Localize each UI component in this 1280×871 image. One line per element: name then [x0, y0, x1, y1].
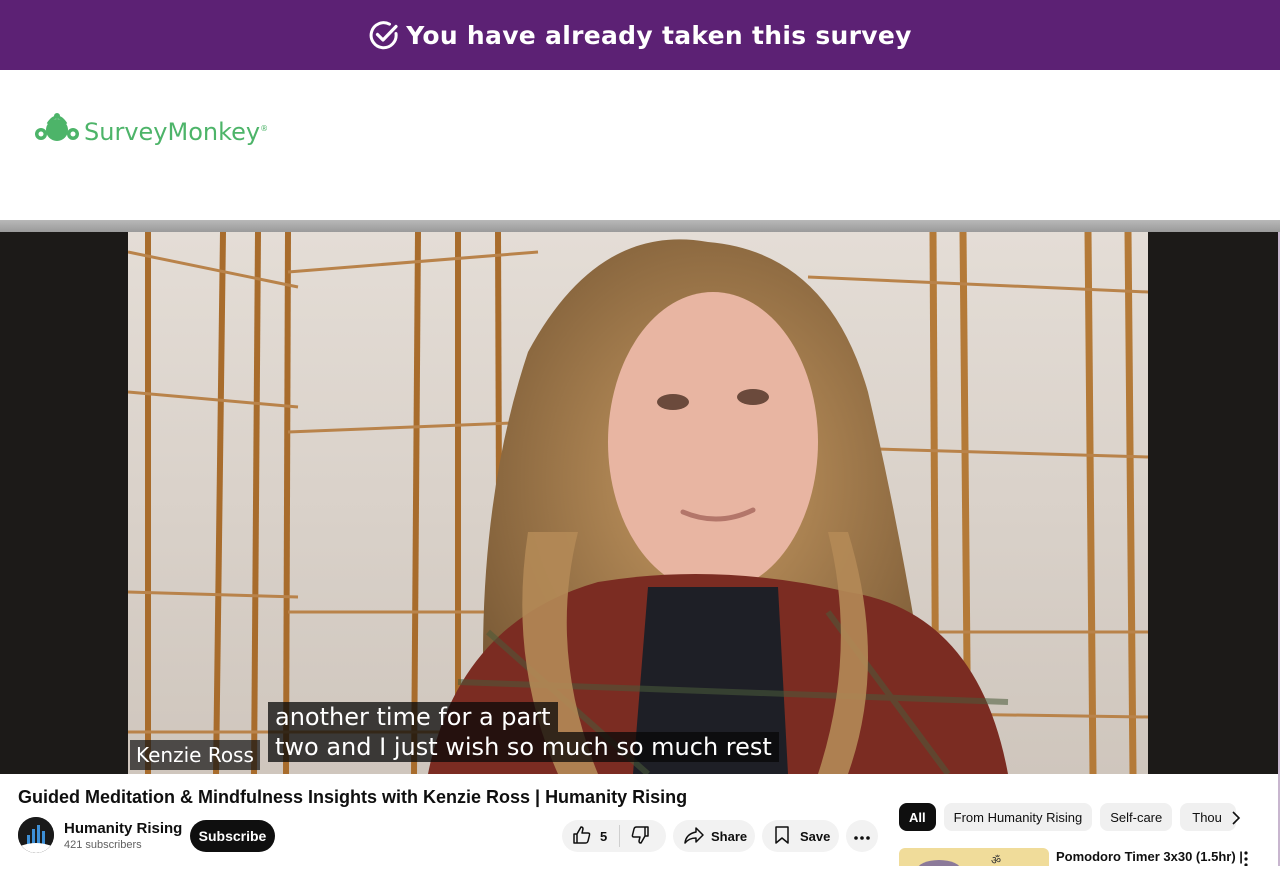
monkey-logo-icon [34, 112, 80, 151]
recommendation-title[interactable]: Pomodoro Timer 3x30 (1.5hr) | [1056, 849, 1243, 864]
caption-line: another time for a part [268, 702, 558, 732]
chip-self-care[interactable]: Self-care [1100, 803, 1173, 831]
share-arrow-icon [683, 825, 705, 848]
subscribe-button[interactable]: Subscribe [190, 820, 275, 852]
thumbs-up-icon [572, 825, 592, 848]
like-dislike-group: 5 [562, 820, 666, 852]
save-button[interactable]: Save [762, 820, 839, 852]
survey-status-text: You have already taken this survey [406, 20, 912, 50]
channel-avatar[interactable] [18, 817, 54, 853]
surveymonkey-header: SurveyMonkey® [0, 70, 1280, 220]
check-circle-icon [368, 19, 400, 51]
bookmark-icon [774, 825, 790, 848]
survey-status-banner: You have already taken this survey [0, 0, 1280, 70]
video-title: Guided Meditation & Mindfulness Insights… [18, 787, 688, 807]
like-count: 5 [600, 828, 608, 844]
like-button[interactable]: 5 [572, 825, 607, 848]
share-button[interactable]: Share [673, 820, 755, 852]
dislike-button[interactable] [630, 825, 650, 848]
closed-captions: another time for a part two and I just w… [268, 702, 779, 762]
header-shadow [0, 220, 1280, 232]
surveymonkey-logo[interactable]: SurveyMonkey® [34, 112, 268, 151]
like-divider [619, 825, 621, 847]
thumbs-down-icon [630, 825, 650, 848]
speaker-name-tag: Kenzie Ross [130, 740, 260, 770]
share-label: Share [711, 828, 748, 844]
logo-text: SurveyMonkey [84, 117, 261, 146]
chevron-right-icon[interactable] [1226, 808, 1246, 828]
caption-line: two and I just wish so much so much rest [268, 732, 779, 762]
chip-all[interactable]: All [899, 803, 936, 831]
more-actions-button[interactable] [846, 820, 878, 852]
more-horizontal-icon [853, 829, 871, 844]
surveymonkey-wordmark: SurveyMonkey® [84, 118, 268, 146]
channel-name[interactable]: Humanity Rising [64, 820, 182, 837]
recommendation-thumbnail[interactable]: ॐ [899, 848, 1049, 866]
video-player[interactable]: Kenzie Ross another time for a part two … [0, 232, 1278, 774]
filter-chips: All From Humanity Rising Self-care Thou [899, 803, 1237, 831]
video-frame [128, 232, 1148, 774]
more-vertical-icon[interactable] [1238, 850, 1254, 867]
save-label: Save [800, 828, 831, 844]
video-scene [128, 232, 1148, 774]
chip-from-channel[interactable]: From Humanity Rising [943, 803, 1093, 831]
subscriber-count: 421 subscribers [64, 839, 142, 851]
svg-text:ॐ: ॐ [991, 854, 1001, 866]
logo-registered-mark: ® [260, 123, 269, 133]
